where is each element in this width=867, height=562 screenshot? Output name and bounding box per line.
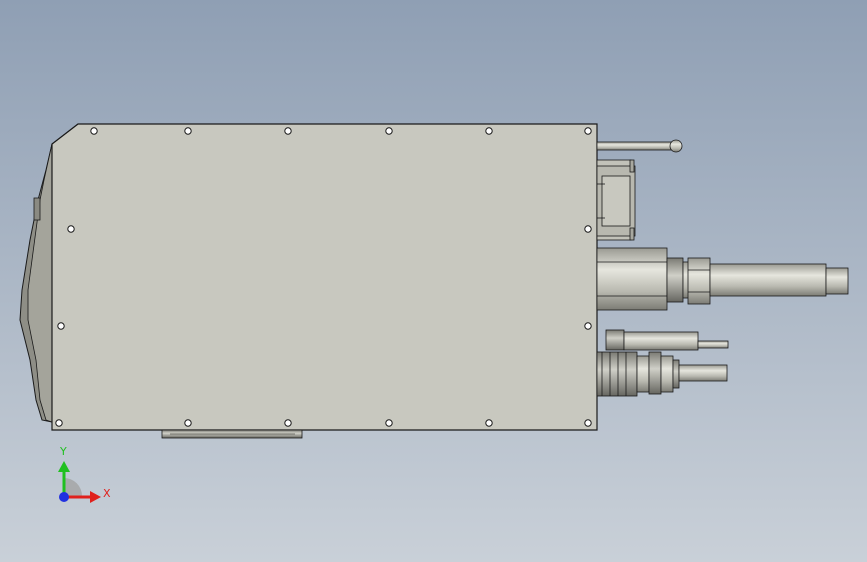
mounting-hole (284, 419, 292, 427)
top-rod (596, 139, 683, 153)
mounting-hole (184, 419, 192, 427)
mounting-hole (584, 225, 592, 233)
mounting-hole (385, 127, 393, 135)
main-body-plate (51, 123, 598, 431)
mounting-hole (67, 225, 75, 233)
mounting-hole (184, 127, 192, 135)
mounting-hole (584, 322, 592, 330)
mounting-hole (584, 419, 592, 427)
cad-viewport[interactable]: Y X (0, 0, 867, 562)
mounting-hole (485, 127, 493, 135)
mounting-hole (55, 419, 63, 427)
triad-y-label: Y (59, 445, 67, 458)
triad-x-label: X (103, 487, 111, 500)
mounting-hole (57, 322, 65, 330)
mounting-hole (385, 419, 393, 427)
mounting-hole (485, 419, 493, 427)
mounting-hole (284, 127, 292, 135)
triad-z-axis (59, 492, 69, 502)
connector-bracket (596, 159, 636, 241)
cad-canvas[interactable]: Y X (0, 0, 867, 562)
mounting-hole (90, 127, 98, 135)
left-side-tab (33, 197, 41, 221)
mounting-hole (584, 127, 592, 135)
